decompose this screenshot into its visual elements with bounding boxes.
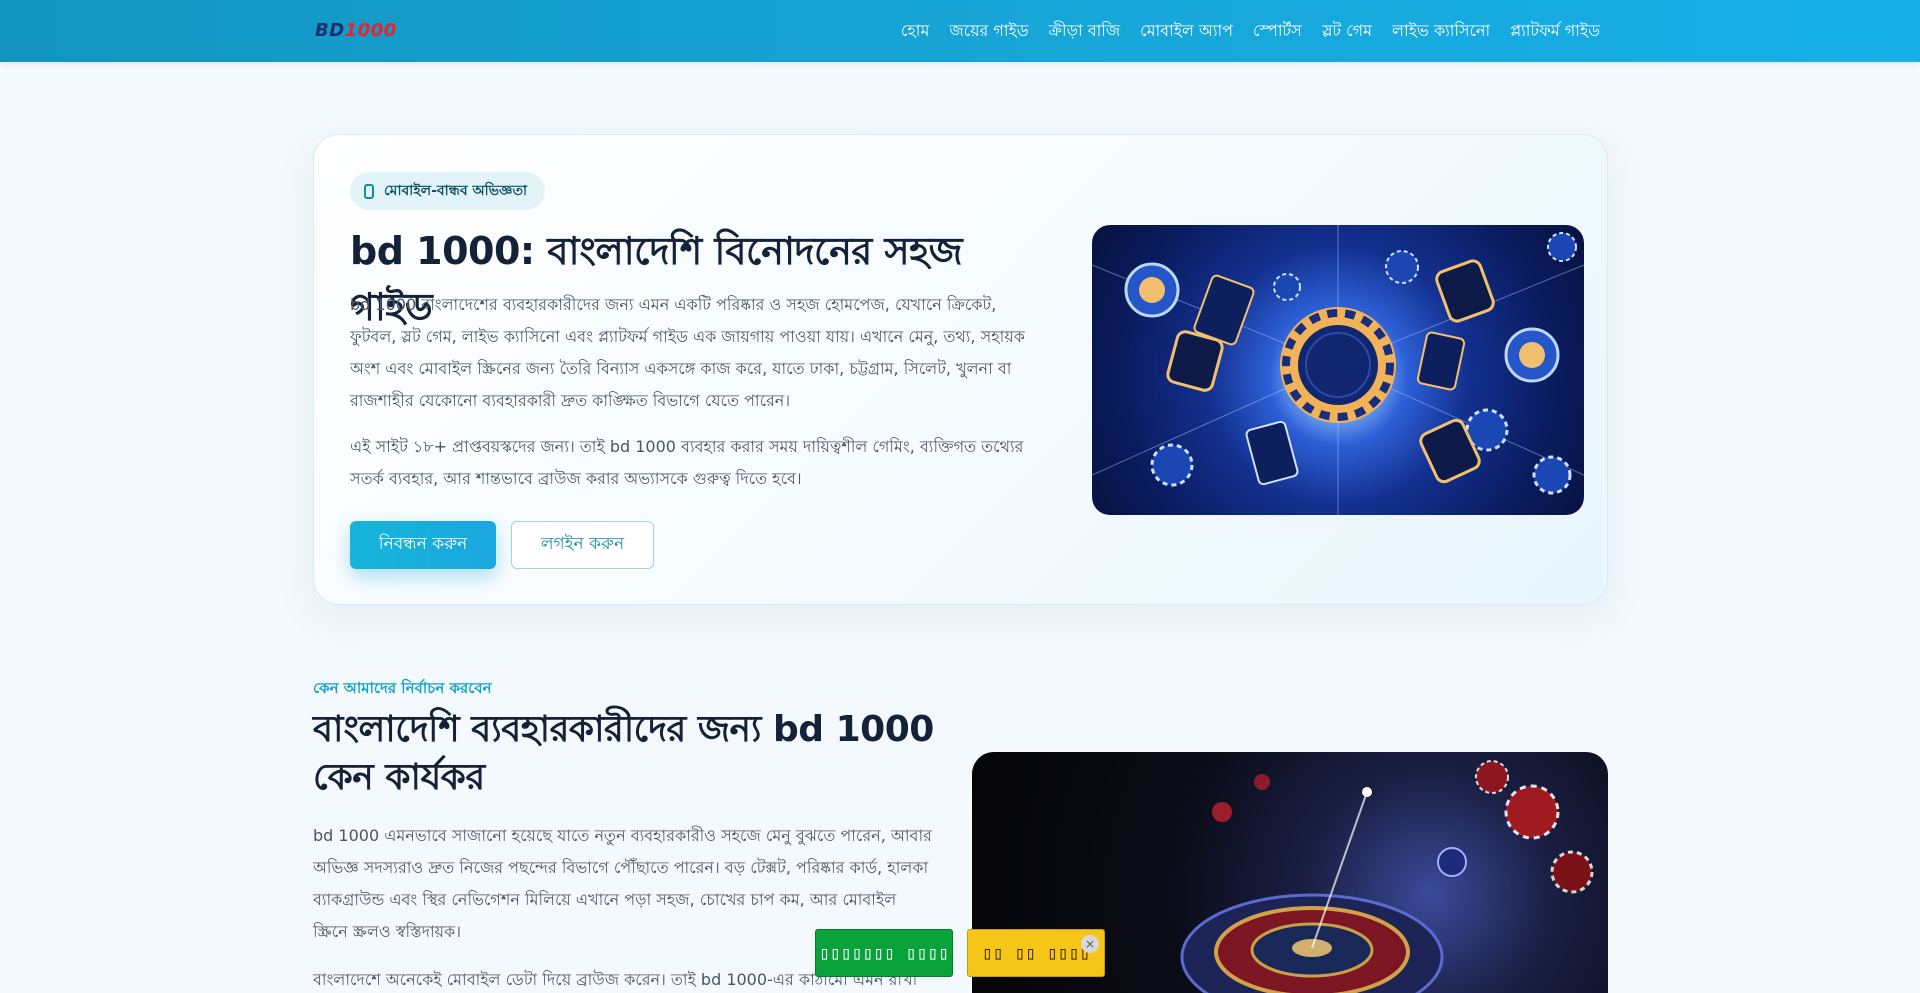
phone-icon <box>364 183 374 199</box>
logo-text-bd: BD <box>315 20 345 41</box>
floating-green-button[interactable]: ▯▯▯▯▯▯▯ ▯▯▯▯ <box>815 929 953 977</box>
login-button[interactable]: লগইন করুন <box>511 521 654 569</box>
hero-card: মোবাইল-বান্ধব অভিজ্ঞতা bd 1000: বাংলাদেশ… <box>313 134 1608 605</box>
nav-item-slot-games[interactable]: স্লট গেম <box>1322 18 1372 45</box>
logo-text-1000: 1000 <box>344 20 397 41</box>
close-icon[interactable]: × <box>1081 935 1099 953</box>
site-header: BD1000 হোম জয়ের গাইড ক্রীড়া বাজি মোবাই… <box>0 0 1920 62</box>
nav-item-sports-betting[interactable]: ক্রীড়া বাজি <box>1049 18 1121 45</box>
casino-chips-image <box>1092 225 1584 515</box>
nav-item-live-casino[interactable]: লাইভ ক্যাসিনো <box>1392 18 1490 45</box>
casino-chips-illustration <box>1092 225 1584 515</box>
site-logo[interactable]: BD1000 <box>315 19 397 43</box>
badge-label: মোবাইল-বান্ধব অভিজ্ঞতা <box>384 183 528 199</box>
register-button[interactable]: নিবন্ধন করুন <box>350 521 496 569</box>
hero-paragraph-1: bd 1000 বাংলাদেশের ব্যবহারকারীদের জন্য এ… <box>350 295 1025 410</box>
nav-item-home[interactable]: হোম <box>901 18 929 45</box>
hero-paragraph-2: এই সাইট ১৮+ প্রাপ্তবয়স্কদের জন্য। তাই b… <box>350 437 1024 488</box>
main-nav: হোম জয়ের গাইড ক্রীড়া বাজি মোবাইল অ্যাপ… <box>881 0 1600 62</box>
section-eyebrow: কেন আমাদের নির্বাচন করবেন <box>313 679 492 697</box>
nav-item-mobile-app[interactable]: মোবাইল অ্যাপ <box>1140 18 1233 45</box>
nav-item-sports[interactable]: স্পোর্টস <box>1253 18 1302 45</box>
nav-item-platform-guide[interactable]: প্ল্যাটফর্ম গাইড <box>1510 18 1600 45</box>
mobile-friendly-badge: মোবাইল-বান্ধব অভিজ্ঞতা <box>350 172 546 210</box>
nav-item-win-guide[interactable]: জয়ের গাইড <box>949 18 1028 45</box>
section-title: বাংলাদেশি ব্যবহারকারীদের জন্য bd 1000 কে… <box>313 709 934 798</box>
